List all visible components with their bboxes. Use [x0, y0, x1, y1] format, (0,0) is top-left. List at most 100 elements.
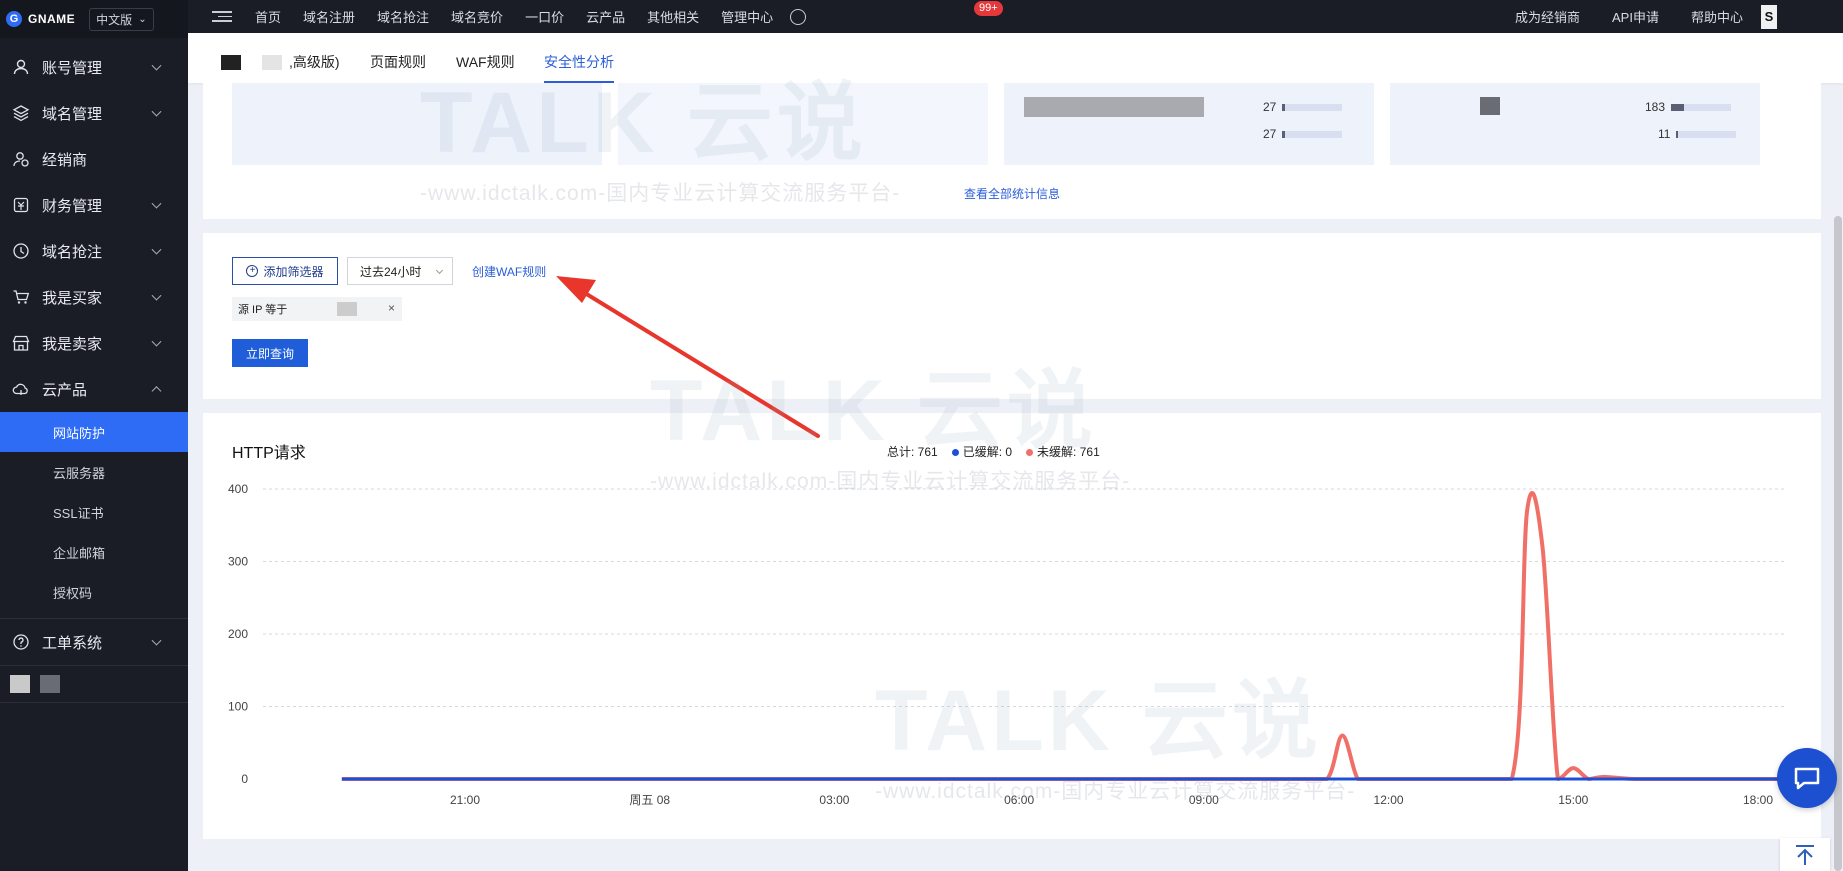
stat-card	[232, 83, 602, 165]
topnav-right: 成为经销商 API申请 帮助中心 S	[1499, 0, 1843, 33]
sidebar-item-label: 我是卖家	[42, 335, 103, 353]
sidebar-item-cloud[interactable]: 云产品	[0, 366, 188, 412]
finance-icon	[12, 196, 30, 214]
site-favicon	[221, 55, 241, 70]
topnav-cloud[interactable]: 云产品	[586, 7, 625, 26]
language-select[interactable]: 中文版 ⌄	[89, 7, 154, 31]
redacted-block	[10, 675, 30, 693]
sidebar-item-domain-manage[interactable]: 域名管理	[0, 90, 188, 136]
filter-panel: + 添加筛选器 过去24小时 创建WAF规则 源 IP 等于 × 立即查询	[203, 233, 1821, 399]
topnav-console[interactable]: 管理中心	[721, 7, 773, 26]
stat-value: 27	[1263, 100, 1277, 114]
y-tick-label: 300	[228, 555, 248, 569]
topnav-api-apply[interactable]: API申请	[1612, 7, 1659, 26]
filter-tag: 源 IP 等于 ×	[232, 297, 402, 321]
stat-row: 27	[1263, 127, 1343, 141]
message-icon[interactable]	[790, 8, 807, 25]
sidebar-item-finance[interactable]: 财务管理	[0, 182, 188, 228]
close-icon[interactable]: ×	[388, 301, 395, 315]
query-button[interactable]: 立即查询	[232, 339, 308, 367]
topnav-domain-register[interactable]: 域名注册	[303, 7, 355, 26]
menu-toggle-icon[interactable]	[212, 11, 232, 22]
stat-bar	[1282, 103, 1343, 111]
dealer-icon	[12, 150, 30, 168]
tab-security-analysis[interactable]: 安全性分析	[544, 52, 614, 72]
x-tick-label: 06:00	[1004, 793, 1034, 807]
filter-tag-label: 源 IP 等于	[238, 304, 288, 316]
sidebar-subitem-label: 云服务器	[53, 465, 106, 481]
topnav-fixed-price[interactable]: 一口价	[525, 7, 564, 26]
sidebar-item-tickets[interactable]: 工单系统	[0, 619, 188, 665]
tab-page-rules[interactable]: 页面规则	[370, 52, 426, 72]
sidebar-item-dealer[interactable]: 经销商	[0, 136, 188, 182]
chat-icon	[1794, 767, 1820, 790]
chevron-down-icon	[151, 336, 162, 347]
y-tick-label: 0	[241, 772, 248, 786]
site-tabs-bar: ,高级版) 页面规则 WAF规则 安全性分析	[188, 33, 1843, 83]
stat-bar	[1282, 130, 1343, 138]
brand-name[interactable]: GNAME	[28, 12, 75, 26]
logo-row: G GNAME 中文版 ⌄	[0, 0, 188, 38]
stat-bar	[1671, 103, 1732, 111]
plus-circle-icon: +	[246, 265, 259, 277]
add-filter-button[interactable]: + 添加筛选器	[232, 257, 338, 285]
sidebar-item-label: 工单系统	[42, 634, 103, 652]
topnav-domain-auction[interactable]: 域名竞价	[451, 7, 503, 26]
sidebar-item-seller[interactable]: 我是卖家	[0, 320, 188, 366]
sidebar-item-buyer[interactable]: 我是买家	[0, 274, 188, 320]
topnav-become-dealer[interactable]: 成为经销商	[1515, 7, 1580, 26]
x-tick-label: 18:00	[1743, 793, 1773, 807]
sidebar-subitem-auth-code[interactable]: 授权码	[0, 572, 188, 612]
stat-card	[1004, 83, 1374, 165]
sidebar-item-account[interactable]: 账号管理	[0, 44, 188, 90]
x-tick-label: 12:00	[1374, 793, 1404, 807]
cart-icon	[12, 288, 30, 306]
x-tick-label: 21:00	[450, 793, 480, 807]
store-icon	[12, 334, 30, 352]
stat-value: 27	[1263, 127, 1277, 141]
stat-card	[1390, 83, 1760, 165]
topnav-home[interactable]: 首页	[255, 7, 281, 26]
stat-card	[618, 83, 988, 165]
back-to-top-button[interactable]	[1780, 838, 1830, 871]
view-all-stats-link[interactable]: 查看全部统计信息	[203, 185, 1821, 202]
sidebar-subitem-web-protection[interactable]: 网站防护	[0, 412, 188, 452]
gname-logo-icon[interactable]: G	[6, 11, 22, 27]
topnav-help[interactable]: 帮助中心	[1691, 7, 1743, 26]
sidebar-item-label: 经销商	[42, 151, 88, 169]
topnav-domain-snap[interactable]: 域名抢注	[377, 7, 429, 26]
chevron-down-icon: ⌄	[138, 13, 147, 25]
sidebar-subitem-ssl[interactable]: SSL证书	[0, 492, 188, 532]
sidebar-item-domain-snap[interactable]: 域名抢注	[0, 228, 188, 274]
redacted-block	[337, 302, 358, 316]
chat-button[interactable]	[1777, 748, 1837, 808]
tab-waf-rules[interactable]: WAF规则	[456, 52, 515, 72]
topnav-other[interactable]: 其他相关	[647, 7, 699, 26]
sidebar-item-label: 云产品	[42, 381, 88, 399]
time-range-select[interactable]: 过去24小时	[347, 257, 453, 285]
stat-row: 27	[1263, 100, 1343, 114]
sidebar-item-label: 我是买家	[42, 289, 103, 307]
y-tick-label: 400	[228, 482, 248, 496]
chevron-down-icon	[151, 60, 162, 71]
notification-badge: 99+	[974, 1, 1003, 16]
arrow-up-icon	[1796, 844, 1814, 865]
help-circle-icon	[12, 633, 30, 651]
sidebar-subitem-label: 网站防护	[53, 425, 106, 441]
avatar[interactable]: S	[1761, 4, 1777, 29]
language-label: 中文版	[96, 12, 133, 27]
sidebar-subitem-cloud-server[interactable]: 云服务器	[0, 452, 188, 492]
chevron-down-icon	[151, 106, 162, 117]
cloud-icon	[12, 380, 30, 398]
sidebar-subitem-label: SSL证书	[53, 505, 104, 521]
sidebar-subitem-label: 企业邮箱	[53, 545, 106, 561]
stats-panel: 27 27 183 11 查看全部统计信息	[203, 83, 1821, 219]
sidebar-subitem-mail[interactable]: 企业邮箱	[0, 532, 188, 572]
redacted-block	[1480, 97, 1500, 115]
stat-row: 183	[1645, 100, 1732, 114]
create-waf-rule-link[interactable]: 创建WAF规则	[472, 263, 546, 280]
series-line	[341, 491, 1789, 781]
top-navbar: 首页 域名注册 域名抢注 域名竞价 一口价 云产品 其他相关 管理中心 99+ …	[188, 0, 1843, 33]
query-label: 立即查询	[245, 346, 294, 361]
redacted-block	[1024, 97, 1204, 117]
